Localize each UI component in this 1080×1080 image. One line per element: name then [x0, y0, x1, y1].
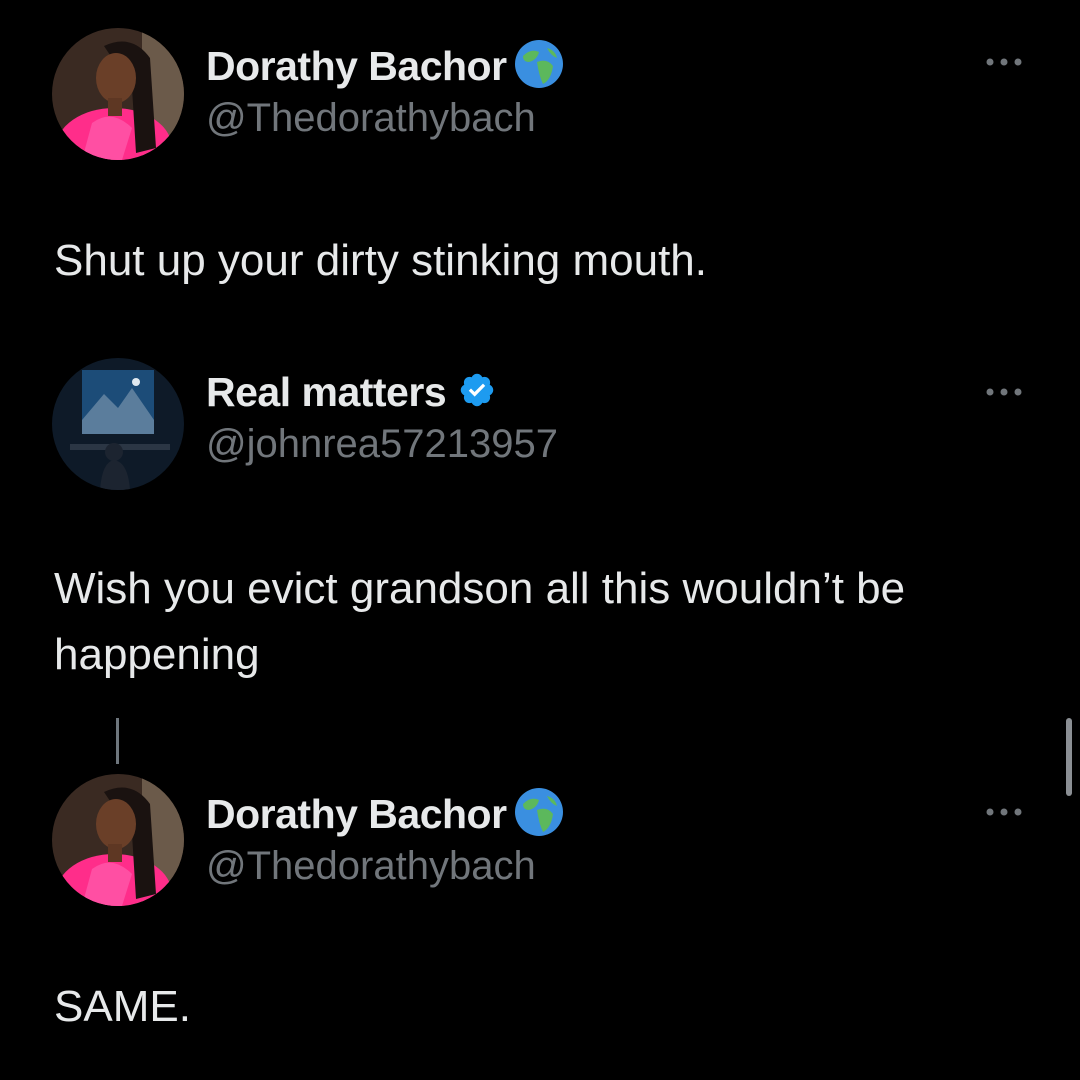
- tweet-text: Shut up your dirty stinking mouth.: [54, 236, 707, 285]
- tweet-text: Wish you evict grandson all this wouldn’…: [54, 564, 906, 679]
- more-options-icon[interactable]: [980, 52, 1030, 72]
- globe-emoji-icon: [513, 786, 565, 843]
- verified-badge-icon: [458, 371, 496, 414]
- tweet[interactable]: Dorathy Bachor @Thedorathybach SAME.: [0, 748, 1080, 1080]
- name-row: Real matters: [206, 366, 496, 418]
- handle[interactable]: @johnrea57213957: [206, 422, 558, 467]
- more-options-icon[interactable]: [980, 382, 1030, 402]
- display-name[interactable]: Dorathy Bachor: [206, 43, 507, 90]
- tweet[interactable]: Dorathy Bachor @Thedorathybach Shut up y…: [0, 0, 1080, 320]
- display-name[interactable]: Dorathy Bachor: [206, 791, 507, 838]
- handle[interactable]: @Thedorathybach: [206, 844, 536, 889]
- avatar[interactable]: [52, 774, 184, 906]
- globe-emoji-icon: [513, 38, 565, 95]
- tweet[interactable]: Real matters @johnrea57213957 Wish you e…: [0, 330, 1080, 710]
- avatar[interactable]: [52, 28, 184, 160]
- handle[interactable]: @Thedorathybach: [206, 96, 536, 141]
- tweet-text: SAME.: [54, 982, 191, 1031]
- name-row: Dorathy Bachor: [206, 786, 565, 843]
- display-name[interactable]: Real matters: [206, 369, 447, 416]
- avatar[interactable]: [52, 358, 184, 490]
- name-row: Dorathy Bachor: [206, 38, 565, 95]
- more-options-icon[interactable]: [980, 802, 1030, 822]
